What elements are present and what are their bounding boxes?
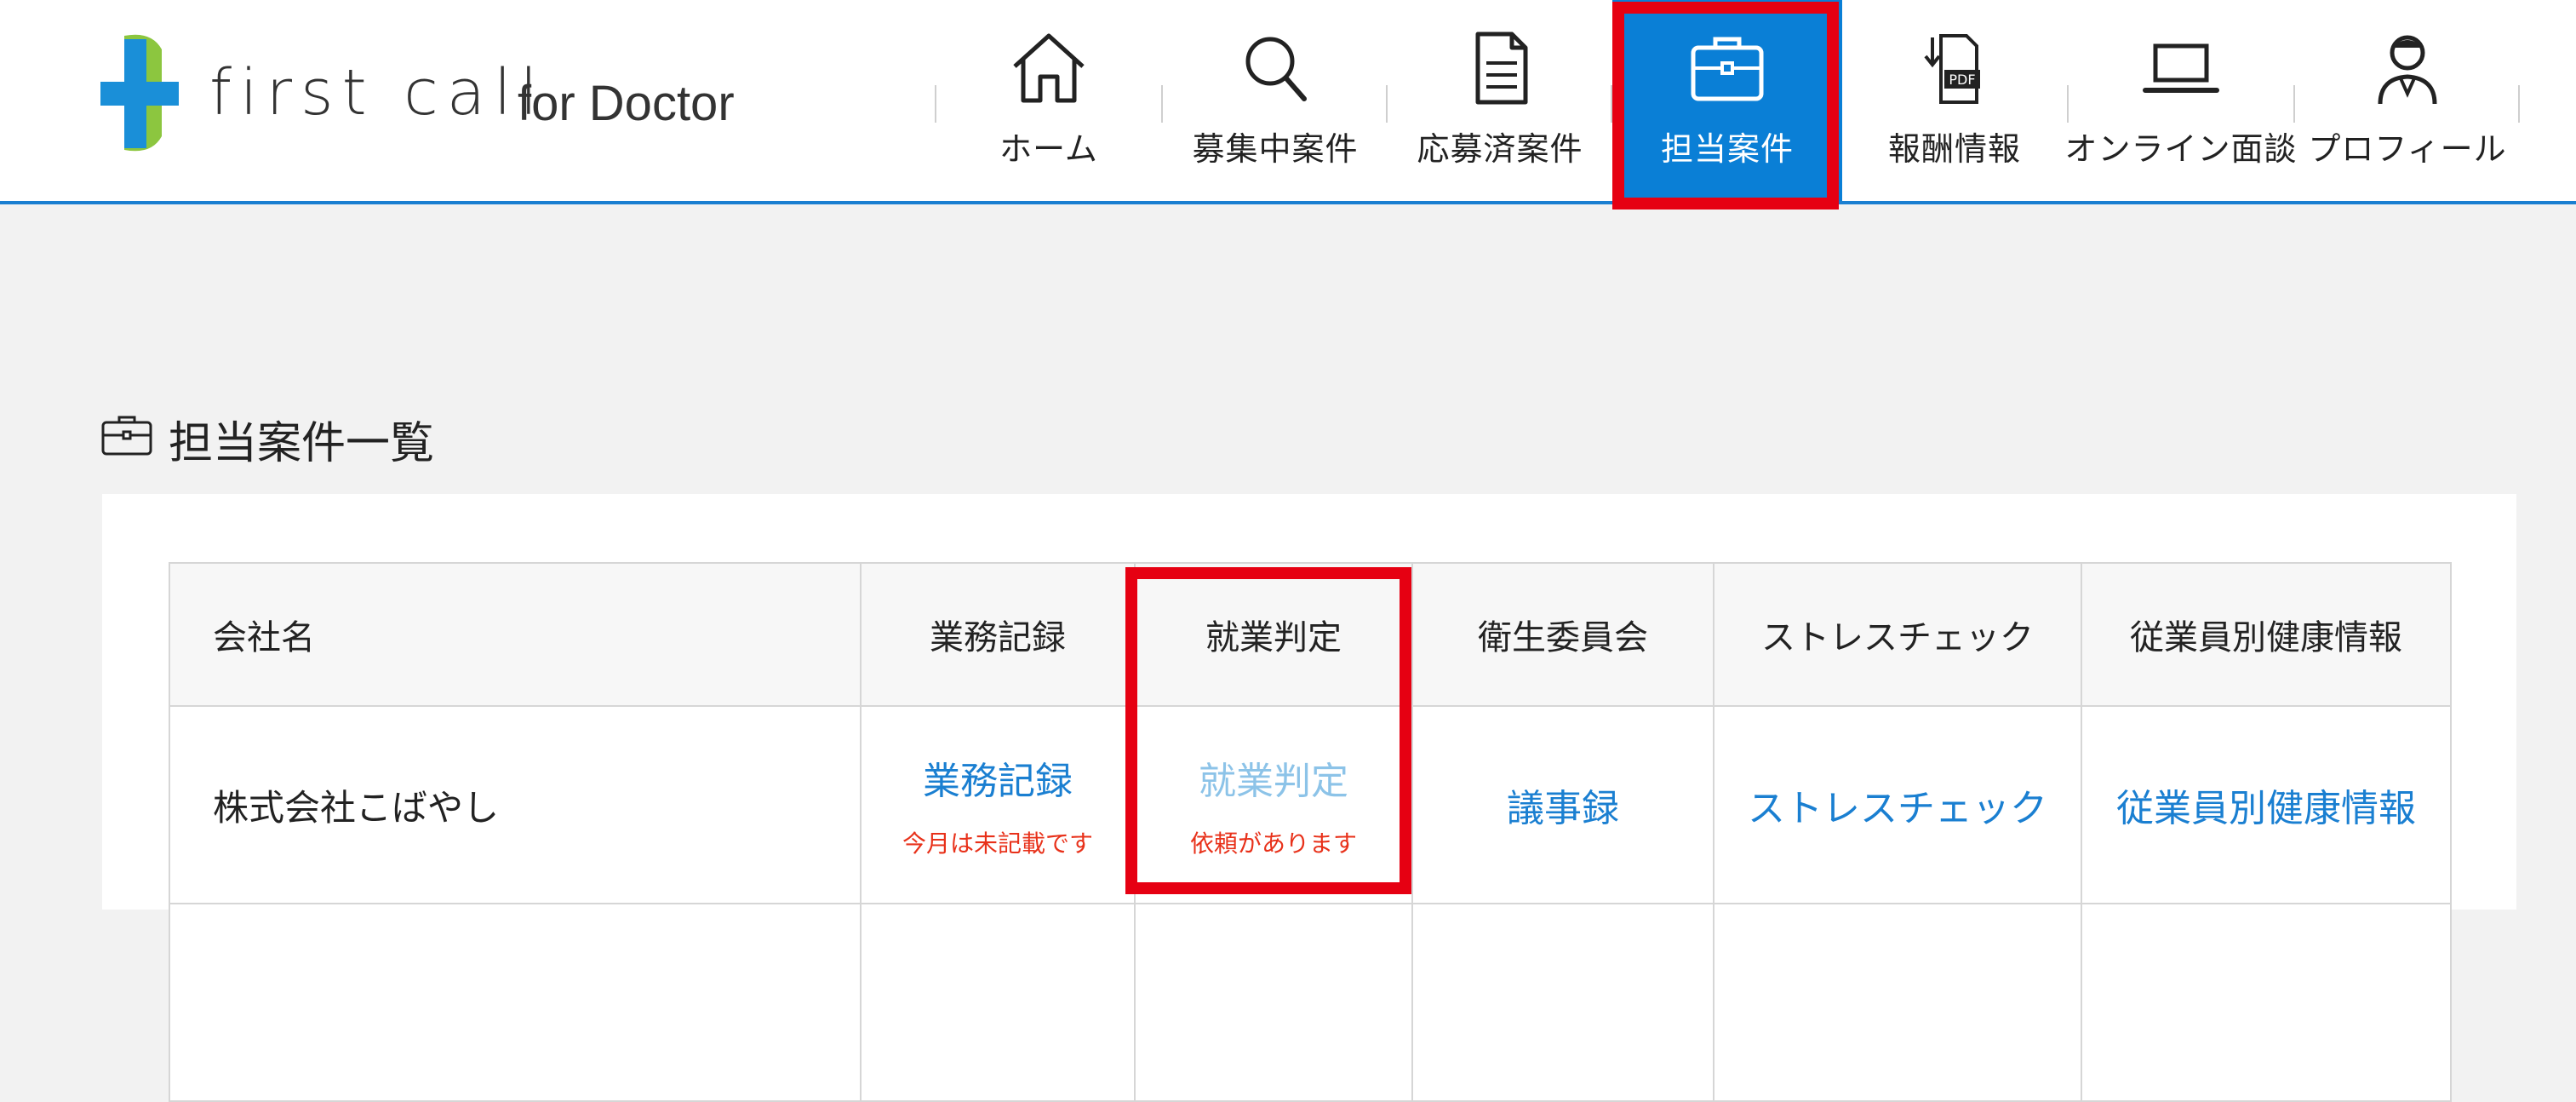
briefcase-icon — [1685, 29, 1770, 106]
table-cell — [860, 903, 1136, 1102]
document-icon — [1457, 29, 1543, 106]
search-icon — [1233, 29, 1318, 106]
header-company: 会社名 — [169, 562, 862, 707]
app-header: first call for Doctor ホーム 募集中案件 応募済案件 担当… — [0, 0, 2576, 204]
nav-item-open-jobs[interactable]: 募集中案件 — [1163, 0, 1388, 201]
table-cell — [1713, 903, 2082, 1102]
committee-cell: 議事録 — [1411, 705, 1714, 904]
logo-wordmark: first call — [209, 56, 547, 129]
nav-item-label: 応募済案件 — [1417, 130, 1583, 168]
doctor-icon — [2365, 29, 2450, 106]
employment-judgment-link[interactable]: 就業判定 — [1199, 760, 1348, 803]
table-cell — [1134, 903, 1413, 1102]
header-employee-health: 従業員別健康情報 — [2081, 562, 2452, 707]
employee-health-cell: 従業員別健康情報 — [2081, 705, 2452, 904]
employment-judgment-cell: 就業判定 依頼があります — [1134, 705, 1413, 904]
nav-item-label: 担当案件 — [1660, 130, 1794, 168]
svg-text:PDF: PDF — [1949, 72, 1975, 88]
pdf-download-icon: PDF — [1912, 29, 1997, 106]
employee-health-link[interactable]: 従業員別健康情報 — [2116, 787, 2416, 830]
nav-item-compensation[interactable]: PDF 報酬情報 — [1842, 0, 2067, 201]
nav-item-label: ホーム — [999, 130, 1098, 168]
employment-judgment-note: 依頼があります — [1189, 829, 1357, 858]
laptop-icon — [2138, 29, 2224, 106]
page-title-text: 担当案件一覧 — [169, 418, 435, 469]
header-work-record: 業務記録 — [860, 562, 1136, 707]
nav-item-profile[interactable]: プロフィール — [2295, 0, 2520, 201]
stress-check-link[interactable]: ストレスチェック — [1748, 787, 2047, 830]
nav-separator — [2518, 85, 2520, 123]
nav-item-home[interactable]: ホーム — [936, 0, 1161, 201]
work-record-note: 今月は未記載です — [902, 829, 1093, 858]
table-row — [169, 903, 2452, 1102]
nav-item-label: プロフィール — [2308, 130, 2507, 168]
company-name: 株式会社こばやし — [169, 705, 862, 904]
table-row: 株式会社こばやし 業務記録 今月は未記載です 就業判定 依頼があります 議事録 … — [169, 705, 2452, 904]
nav-item-applied-jobs[interactable]: 応募済案件 — [1388, 0, 1612, 201]
work-record-link[interactable]: 業務記録 — [923, 760, 1073, 803]
table-cell — [2081, 903, 2452, 1102]
main-nav: ホーム 募集中案件 応募済案件 担当案件 PDF 報酬情報 オンライン面談 プロ… — [935, 0, 2520, 201]
nav-item-label: 募集中案件 — [1192, 130, 1359, 168]
nav-item-assigned-jobs[interactable]: 担当案件 — [1612, 0, 1842, 201]
cases-card: 会社名 業務記録 就業判定 衛生委員会 ストレスチェック 従業員別健康情報 株式… — [102, 494, 2516, 1102]
table-header-row: 会社名 業務記録 就業判定 衛生委員会 ストレスチェック 従業員別健康情報 — [169, 562, 2452, 707]
assigned-cases-table: 会社名 業務記録 就業判定 衛生委員会 ストレスチェック 従業員別健康情報 株式… — [169, 562, 2452, 1102]
header-health-committee: 衛生委員会 — [1411, 562, 1714, 707]
logo-subtitle: for Doctor — [518, 76, 735, 131]
table-cell — [169, 903, 862, 1102]
header-stress-check: ストレスチェック — [1713, 562, 2082, 707]
nav-item-label: 報酬情報 — [1887, 130, 2021, 168]
nav-item-online-interview[interactable]: オンライン面談 — [2064, 0, 2297, 201]
nav-item-label: オンライン面談 — [2064, 130, 2298, 168]
home-icon — [1006, 29, 1091, 106]
minutes-link[interactable]: 議事録 — [1507, 787, 1619, 830]
briefcase-icon — [101, 416, 152, 456]
header-employment-judgment: 就業判定 — [1134, 562, 1413, 707]
table-cell — [1411, 903, 1714, 1102]
stress-check-cell: ストレスチェック — [1713, 705, 2082, 904]
work-record-cell: 業務記録 今月は未記載です — [860, 705, 1136, 904]
logo-cross-icon — [100, 34, 179, 152]
